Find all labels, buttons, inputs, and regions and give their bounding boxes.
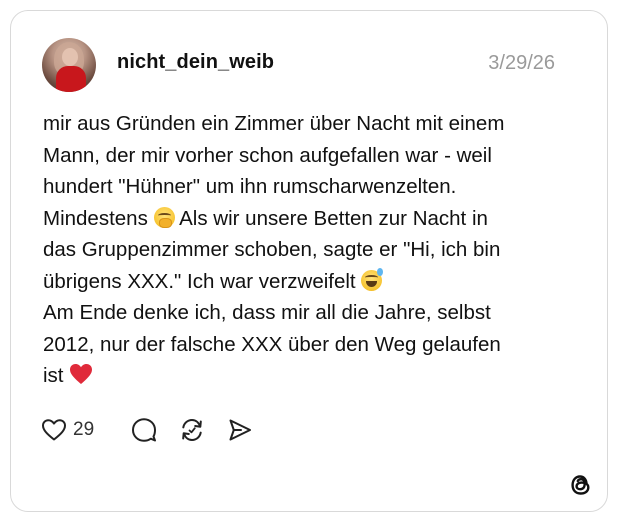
repost-icon <box>182 418 202 442</box>
username[interactable]: nicht_dein_weib <box>117 51 274 74</box>
comment-icon <box>132 418 156 442</box>
repost-button[interactable] <box>179 416 205 444</box>
share-icon <box>229 419 251 441</box>
post-line: übrigens XXX." Ich war verzweifelt <box>43 266 583 298</box>
post-line: hundert "Hühner" um ihn rumscharwenzelte… <box>43 175 457 198</box>
post-date: 3/29/26 <box>488 52 555 74</box>
post-line: mir aus Gründen ein Zimmer über Nacht mi… <box>43 112 505 135</box>
post-line-part: ist <box>43 364 64 387</box>
avatar[interactable] <box>42 38 96 92</box>
share-button[interactable] <box>227 416 253 444</box>
comment-button[interactable] <box>131 416 157 444</box>
post-line-part: übrigens XXX." Ich war verzweifelt <box>43 269 356 293</box>
grinning-face-with-sweat-icon <box>361 267 384 291</box>
red-heart-icon <box>70 364 93 384</box>
post-line: ist <box>43 360 583 392</box>
post-text: mir aus Gründen ein Zimmer über Nacht mi… <box>43 108 583 392</box>
heart-icon <box>42 419 66 441</box>
threads-logo-icon <box>571 475 590 495</box>
avatar-dress <box>56 66 86 92</box>
face-with-hand-over-mouth-icon <box>153 206 175 228</box>
post-line-part: Mindestens <box>43 206 148 230</box>
like-count: 29 <box>73 419 95 440</box>
avatar-face <box>62 48 78 66</box>
post-line: das Gruppenzimmer schoben, sagte er "Hi,… <box>43 238 501 261</box>
post-line: 2012, nur der falsche XXX über den Weg g… <box>43 332 501 356</box>
post-line: Am Ende denke ich, dass mir all die Jahr… <box>43 301 491 324</box>
post-card: nicht_dein_weib 3/29/26 mir aus Gründen … <box>10 10 608 512</box>
post-line-part: Als wir unsere Betten zur Nacht in <box>179 206 488 230</box>
like-button[interactable]: 29 <box>41 416 94 444</box>
post-line: Mann, der mir vorher schon aufgefallen w… <box>43 143 492 167</box>
post-line: Mindestens Als wir unsere Betten zur Nac… <box>43 203 583 235</box>
